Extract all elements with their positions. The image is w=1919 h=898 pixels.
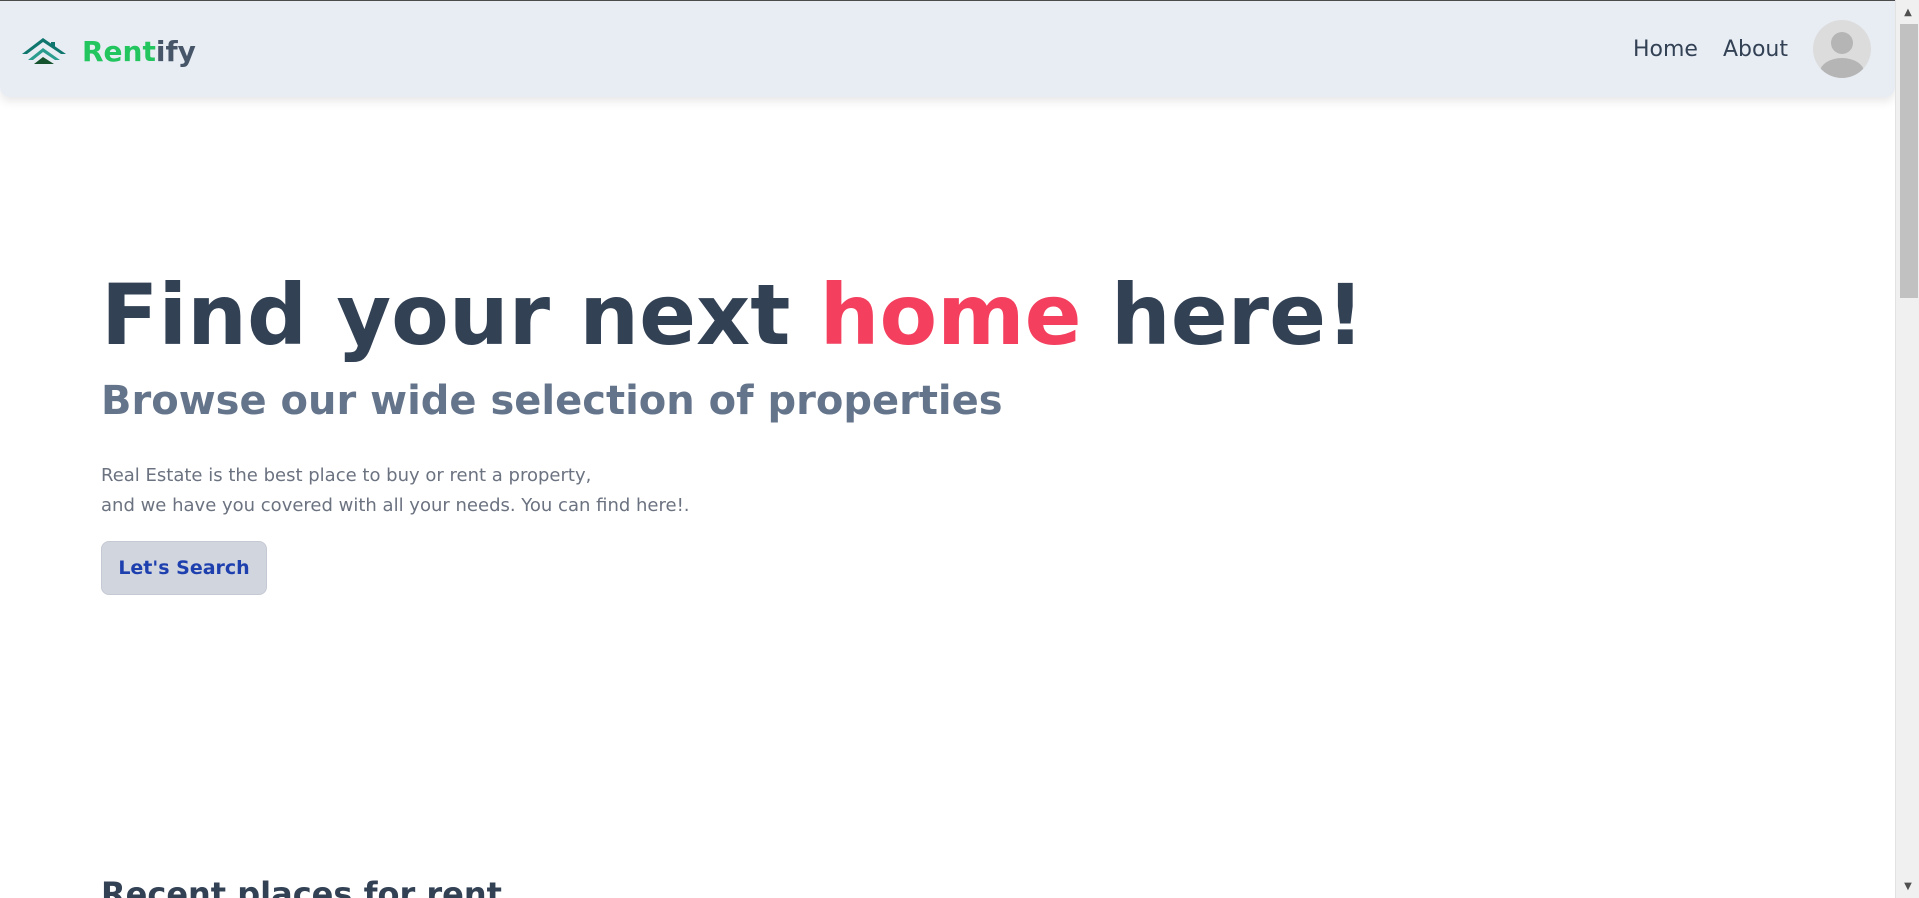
hero-section: Find your next home here! Browse our wid… — [101, 265, 1601, 595]
hero-title-after: here! — [1110, 266, 1365, 364]
brand[interactable]: Rentify — [20, 31, 196, 71]
nav-link-home[interactable]: Home — [1633, 37, 1698, 62]
nav-link-about[interactable]: About — [1723, 37, 1788, 62]
hero-subtitle: Browse our wide selection of properties — [101, 378, 1003, 424]
brand-name-part1: Rent — [82, 34, 156, 68]
user-avatar[interactable] — [1813, 20, 1871, 78]
top-navbar: Rentify Home About — [0, 1, 1895, 97]
page-viewport: Rentify Home About Find your next home h… — [0, 0, 1895, 898]
recent-places-heading: Recent places for rent — [101, 875, 502, 898]
lets-search-button[interactable]: Let's Search — [101, 541, 267, 595]
house-roof-logo-icon — [22, 38, 66, 64]
scroll-up-arrow-icon[interactable]: ▲ — [1896, 2, 1919, 22]
nav-links: Home About — [1633, 19, 1871, 79]
brand-name-part2: ify — [155, 34, 196, 68]
vertical-scrollbar[interactable]: ▲ ▼ — [1895, 0, 1919, 898]
hero-title: Find your next home here! — [101, 265, 1601, 365]
scroll-down-arrow-icon[interactable]: ▼ — [1896, 876, 1919, 896]
brand-name: Rentify — [82, 35, 196, 68]
hero-title-before: Find your next — [101, 266, 791, 364]
hero-description: Real Estate is the best place to buy or … — [101, 461, 1601, 521]
scroll-thumb[interactable] — [1900, 24, 1918, 298]
hero-title-highlight: home — [819, 266, 1082, 364]
user-avatar-icon — [1820, 32, 1864, 78]
hero-description-line2: and we have you covered with all your ne… — [101, 495, 690, 516]
hero-description-line1: Real Estate is the best place to buy or … — [101, 465, 592, 486]
